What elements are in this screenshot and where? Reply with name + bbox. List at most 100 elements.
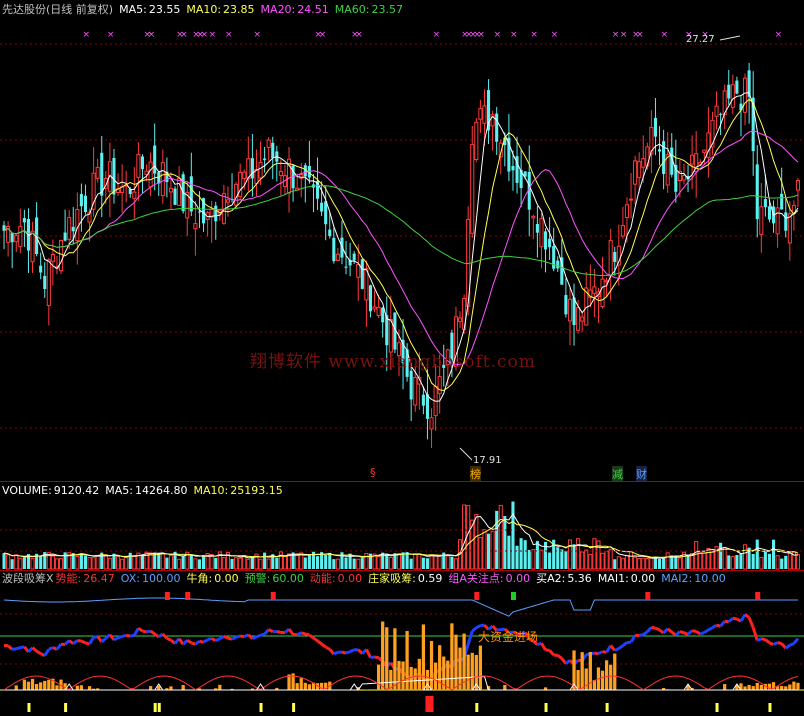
volume-bar-131 (535, 540, 539, 569)
price-ind-value-0: 23.55 (148, 3, 181, 16)
ind-ind-label-4: 动能: (309, 572, 336, 585)
star-mark-3: × (148, 30, 156, 40)
ind-ind-value-3: 60.00 (272, 572, 304, 585)
accum-bar-10 (43, 680, 47, 690)
trend-seg-80 (324, 645, 331, 651)
volume-bar-113 (462, 504, 467, 570)
candle-body-87 (356, 264, 361, 278)
candle-body-103 (421, 394, 425, 406)
yellow-tick-0 (27, 703, 31, 712)
candle-body-141 (576, 307, 581, 331)
trend-seg-88 (357, 648, 364, 655)
trend-seg-8 (31, 646, 38, 653)
volume-bar-170 (694, 541, 699, 570)
trend-seg-73 (296, 631, 302, 637)
volume-bar-22 (91, 557, 96, 570)
volume-bar-4 (18, 557, 23, 570)
volume-bar-61 (250, 556, 254, 569)
accum-bar-19 (79, 685, 84, 690)
trend-seg-71 (287, 628, 295, 636)
volume-bar-99 (405, 552, 409, 569)
accum-bar-101 (413, 668, 417, 690)
volume-bar-105 (429, 554, 434, 570)
indicator-panel[interactable] (0, 592, 804, 712)
volume-bar-160 (653, 556, 658, 569)
volume-indicators: VOLUME: 9120.42 MA5: 14264.80 MA10: 25193.15 (2, 484, 289, 497)
candle-body-78 (320, 202, 324, 212)
trend-seg-53 (215, 637, 221, 643)
candle-body-73 (299, 174, 304, 179)
volume-bar-151 (616, 556, 621, 570)
candle-body-10 (43, 275, 47, 289)
volume-bar-46 (189, 554, 193, 569)
candle-body-59 (242, 171, 247, 179)
volume-panel[interactable] (0, 501, 804, 570)
ind-ind-label-5: 庄家吸筹: (368, 572, 416, 585)
candle-body-150 (613, 251, 617, 262)
marker-cai[interactable]: 财 (636, 466, 647, 482)
candle-body-116 (474, 121, 479, 161)
volume-bar-34 (140, 555, 145, 569)
star-mark-9: × (209, 30, 217, 40)
candle-body-33 (136, 153, 141, 178)
volume-bar-67 (275, 557, 279, 569)
trend-seg-14 (55, 643, 63, 651)
high-leader (719, 35, 741, 41)
ind-ind-value-8: 0.00 (630, 572, 656, 585)
candle-body-169 (690, 154, 695, 165)
volume-bar-179 (730, 555, 735, 570)
volume-header: VOLUME: 9120.42 MA5: 14264.80 MA10: 25193.15 (2, 484, 295, 497)
accum-bar-11 (47, 679, 51, 690)
volume-bar-47 (193, 558, 198, 570)
trend-seg-30 (121, 633, 127, 638)
volume-bar-54 (221, 557, 226, 570)
accum-bar-3 (14, 685, 18, 690)
accum-bar-111 (454, 634, 458, 690)
candle-body-91 (372, 306, 377, 310)
yellow-tick-9 (605, 703, 609, 712)
accum-bar-5 (22, 679, 27, 690)
candle-body-81 (332, 237, 336, 262)
star-mark-0: × (82, 30, 90, 40)
marker-section[interactable]: § (370, 466, 376, 479)
stock-title: 先达股份(日线 前复权) (2, 3, 114, 16)
star-mark-25: × (551, 30, 559, 40)
volume-bar-44 (181, 555, 185, 569)
candle-body-105 (429, 417, 434, 430)
trend-seg-18 (72, 639, 79, 645)
candle-body-115 (470, 144, 475, 234)
volume-bar-38 (157, 553, 161, 569)
volume-bar-89 (364, 552, 369, 570)
trend-seg-61 (247, 633, 254, 640)
trend-seg-146 (594, 651, 599, 656)
price-ind-value-1: 23.85 (223, 3, 255, 16)
candle-body-36 (148, 161, 153, 188)
ind-ind-label-6: 组A关注点: (448, 572, 504, 585)
accum-bar-21 (87, 686, 92, 690)
star-mark-13: × (319, 30, 327, 40)
volume-bar-28 (115, 556, 121, 570)
trend-seg-139 (564, 659, 571, 665)
volume-bar-171 (698, 552, 703, 570)
volume-bar-157 (641, 557, 646, 570)
marker-jian[interactable]: 减 (612, 466, 623, 482)
price-panel[interactable]: × × ×× ×× ××× × × × ×× ×× × ××××× × × × × × × ×× × × × × (0, 30, 804, 461)
candle-body-130 (531, 215, 536, 219)
accum-bar-98 (401, 661, 405, 690)
star-mark-1: × (107, 30, 115, 40)
signal-square-2 (270, 592, 276, 600)
ind-ind-label-1: OX: (120, 572, 140, 585)
candle-body-61 (250, 158, 254, 179)
volume-bar-162 (662, 557, 666, 569)
accum-bar-106 (433, 662, 438, 690)
accum-bar-9 (39, 682, 43, 690)
volume-bar-178 (727, 555, 731, 569)
star-mark-33: × (775, 30, 783, 40)
candle-body-11 (46, 259, 51, 306)
trend-seg-133 (540, 642, 547, 651)
star-mark-22: × (494, 30, 502, 40)
stock-chart-window[interactable]: × × × × × × × × × × × × × × × × × × × × × × × × × × × × × × × × × × 先达股份(… (0, 0, 804, 716)
price-indicators: MA5: 23.55 MA10: 23.85 MA20: 24.51 MA60: 23.57 (119, 3, 409, 16)
volume-bar-161 (657, 558, 662, 569)
marker-bang[interactable]: 榜 (470, 466, 481, 482)
